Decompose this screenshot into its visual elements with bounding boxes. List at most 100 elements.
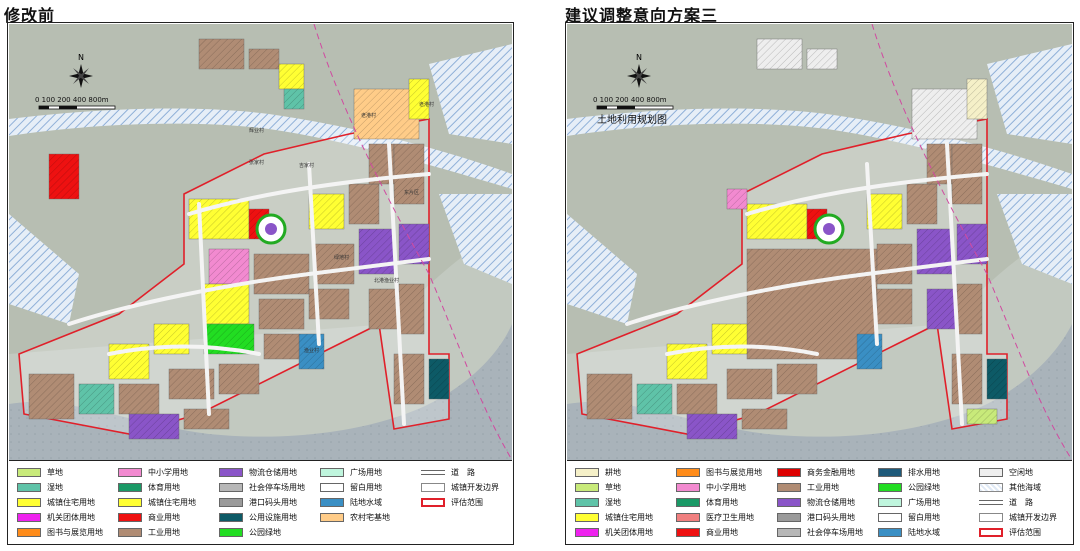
legend-swatch: [320, 498, 344, 507]
legend-item: 体育用地: [676, 497, 738, 508]
legend-item: 商业用地: [676, 527, 738, 538]
legend-label: 商务金融用地: [807, 468, 855, 477]
legend-swatch: [17, 528, 41, 537]
legend-swatch: [979, 500, 1003, 505]
land-parcel: [957, 284, 982, 334]
legend-swatch: [17, 468, 41, 477]
place-label: 渔业村: [304, 347, 319, 354]
svg-text:N: N: [78, 53, 84, 62]
legend-label: 城镇住宅用地: [148, 498, 196, 507]
right-legend: 耕地 草地 湿地 城镇住宅用地 机关团体用地 图书与展览用地 中小学用地 体育用地 医疗卫生用地…: [567, 460, 1072, 544]
legend-swatch: [320, 513, 344, 522]
land-parcel: [314, 244, 354, 284]
land-parcel: [209, 249, 249, 284]
land-parcel: [409, 79, 429, 119]
legend-swatch: [575, 528, 599, 537]
legend-label: 评估范围: [1009, 528, 1041, 537]
legend-label: 陆地水域: [350, 498, 382, 507]
land-parcel: [967, 79, 987, 119]
legend-label: 公园绿地: [908, 483, 940, 492]
legend-label: 道 路: [451, 468, 475, 477]
land-parcel: [119, 384, 159, 414]
legend-item: 体育用地: [118, 482, 180, 493]
legend-swatch: [421, 498, 445, 507]
legend-label: 农村宅基地: [350, 513, 390, 522]
legend-item: 湿地: [575, 497, 621, 508]
legend-swatch: [219, 528, 243, 537]
place-label: 东片区: [404, 189, 419, 196]
legend-label: 公用设施用地: [249, 513, 297, 522]
legend-item: 港口码头用地: [219, 497, 297, 508]
legend-swatch: [17, 513, 41, 522]
land-parcel: [49, 154, 79, 199]
legend-item: 工业用地: [777, 482, 839, 493]
legend-item: 广场用地: [320, 467, 382, 478]
place-label: 吉家村: [299, 162, 314, 169]
legend-item: 农村宅基地: [320, 512, 390, 523]
legend-label: 工业用地: [148, 528, 180, 537]
legend-swatch: [878, 468, 902, 477]
legend-label: 商业用地: [148, 513, 180, 522]
land-parcel: [807, 49, 837, 69]
legend-item: 空闲地: [979, 467, 1033, 478]
legend-item: 草地: [17, 467, 63, 478]
legend-swatch: [676, 483, 700, 492]
legend-swatch: [17, 483, 41, 492]
legend-label: 图书与展览用地: [706, 468, 762, 477]
legend-item: 道 路: [979, 497, 1033, 508]
land-parcel: [264, 334, 299, 359]
legend-item: 城镇开发边界: [979, 512, 1057, 523]
place-label: 辉业村: [249, 127, 264, 134]
legend-item: 公用设施用地: [219, 512, 297, 523]
land-parcel: [29, 374, 74, 419]
land-parcel: [279, 64, 304, 89]
legend-swatch: [575, 483, 599, 492]
land-parcel: [587, 374, 632, 419]
scale-bar-label: 0 100 200 400 800m: [35, 96, 109, 104]
legend-swatch: [676, 513, 700, 522]
scale-bar-label: 0 100 200 400 800m: [593, 96, 667, 104]
land-parcel: [777, 364, 817, 394]
legend-swatch: [575, 498, 599, 507]
legend-swatch: [979, 528, 1003, 537]
legend-label: 公园绿地: [249, 528, 281, 537]
legend-label: 草地: [47, 468, 63, 477]
legend-label: 社会停车场用地: [807, 528, 863, 537]
legend-label: 商业用地: [706, 528, 738, 537]
land-parcel: [677, 384, 717, 414]
legend-swatch: [878, 498, 902, 507]
legend-swatch: [878, 513, 902, 522]
legend-label: 物流仓储用地: [249, 468, 297, 477]
land-parcel: [79, 384, 114, 414]
land-parcel: [727, 369, 772, 399]
legend-item: 城镇住宅用地: [575, 512, 653, 523]
legend-label: 评估范围: [451, 498, 483, 507]
legend-swatch: [777, 483, 801, 492]
legend-item: 社会停车场用地: [777, 527, 863, 538]
legend-item: 留白用地: [320, 482, 382, 493]
svg-text:N: N: [636, 53, 642, 62]
legend-item: 广场用地: [878, 497, 940, 508]
legend-swatch: [320, 468, 344, 477]
scale-bar: [596, 105, 674, 110]
legend-label: 空闲地: [1009, 468, 1033, 477]
legend-swatch: [979, 483, 1003, 492]
legend-item: 城镇开发边界: [421, 482, 499, 493]
legend-swatch: [777, 498, 801, 507]
land-parcel: [747, 204, 807, 239]
legend-swatch: [320, 483, 344, 492]
legend-item: 耕地: [575, 467, 621, 478]
land-parcel: [712, 324, 747, 354]
legend-swatch: [421, 483, 445, 492]
legend-label: 港口码头用地: [249, 498, 297, 507]
legend-swatch: [777, 513, 801, 522]
legend-item: 评估范围: [979, 527, 1041, 538]
land-parcel: [742, 409, 787, 429]
legend-item: 留白用地: [878, 512, 940, 523]
place-label: 老港村: [361, 112, 376, 119]
legend-item: 陆地水域: [320, 497, 382, 508]
place-label: 老港村: [419, 101, 434, 108]
land-parcel: [184, 409, 229, 429]
left-map-panel: N 0 100 200 400 800m 老港村 张家村 吉家村 东片区 绿地村 渔业村 北…: [7, 22, 514, 545]
land-parcel: [687, 414, 737, 439]
